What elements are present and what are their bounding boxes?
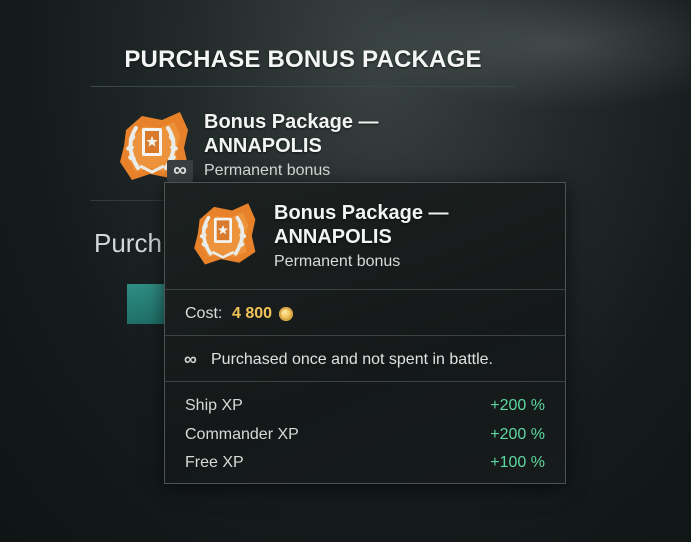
title-divider xyxy=(90,86,516,87)
laurel-card-icon xyxy=(187,199,259,267)
package-subtitle: Permanent bonus xyxy=(204,162,331,179)
infinity-icon: ∞ xyxy=(184,349,197,369)
tooltip-package-name: Bonus Package — ANNAPOLIS xyxy=(274,201,449,249)
package-name-line2: ANNAPOLIS xyxy=(204,135,322,157)
permanence-note: Purchased once and not spent in battle. xyxy=(211,351,493,368)
cost-value: 4 800 xyxy=(232,305,273,322)
package-name-line1: Bonus Package — xyxy=(204,111,379,133)
package-name: Bonus Package — ANNAPOLIS xyxy=(204,110,379,158)
stat-value-ship-xp: +200 % xyxy=(490,397,545,414)
stat-label-ship-xp: Ship XP xyxy=(185,397,243,414)
stat-label-commander-xp: Commander XP xyxy=(185,426,299,443)
package-tooltip: Bonus Package — ANNAPOLIS Permanent bonu… xyxy=(164,182,566,484)
section-divider xyxy=(90,200,170,201)
purchase-button[interactable] xyxy=(127,284,167,324)
tooltip-subtitle: Permanent bonus xyxy=(274,253,401,270)
tooltip-name-line2: ANNAPOLIS xyxy=(274,226,392,248)
stat-label-free-xp: Free XP xyxy=(185,454,244,471)
infinity-icon: ∞ xyxy=(167,160,193,182)
stat-value-free-xp: +100 % xyxy=(490,454,545,471)
cost-label: Cost: xyxy=(185,305,223,322)
tooltip-divider xyxy=(165,381,565,382)
purchase-label: Purch xyxy=(94,228,162,258)
dialog-title: PURCHASE BONUS PACKAGE xyxy=(124,46,482,73)
tooltip-divider xyxy=(165,289,565,290)
credits-coin-icon xyxy=(279,307,293,321)
tooltip-divider xyxy=(165,335,565,336)
stat-value-commander-xp: +200 % xyxy=(490,426,545,443)
tooltip-name-line1: Bonus Package — xyxy=(274,202,449,224)
